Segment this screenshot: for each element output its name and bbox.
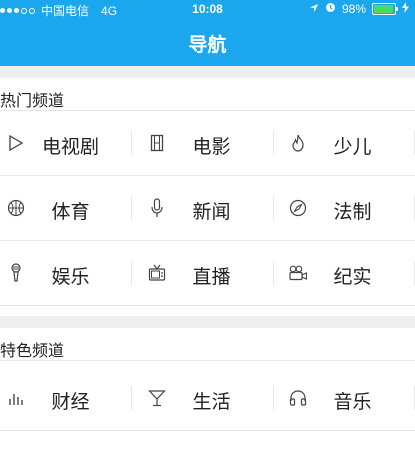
status-right: 98% [309,2,409,16]
channel-label: 纪实 [333,267,372,288]
status-bar: 中国电信 4G 10:08 98% [0,0,415,20]
channel-label: 少儿 [333,137,372,158]
channel-row: 财经 生活 音乐 [0,366,415,431]
channel-label: 生活 [192,392,231,413]
section-header-featured: 特色频道 [0,328,415,361]
channel-life[interactable]: 生活 [141,366,282,430]
channel-row: 娱乐 直播 纪实 [0,241,415,306]
channel-label: 娱乐 [51,267,90,288]
channel-documentary[interactable]: 纪实 [282,241,415,305]
channel-grid-hot: 电视剧 电影 少儿 体育 新闻 法制 娱乐 直播 纪实 [0,111,415,306]
channel-label: 法制 [333,202,372,223]
location-arrow-icon [309,2,319,16]
channel-entertainment[interactable]: 娱乐 [0,241,141,305]
channel-news[interactable]: 新闻 [141,176,282,240]
section-header-hot: 热门频道 [0,78,415,111]
section-divider [0,66,415,78]
battery-icon [372,3,398,15]
channel-tv-series[interactable]: 电视剧 [0,111,141,175]
channel-label: 财经 [51,392,90,413]
top-bar: 中国电信 4G 10:08 98% 导航 [0,0,415,66]
channel-row: 电视剧 电影 少儿 [0,111,415,176]
channel-finance[interactable]: 财经 [0,366,141,430]
section-title: 特色频道 [0,343,65,360]
channel-label: 电影 [192,137,231,158]
channel-label: 电视剧 [41,137,99,158]
section-divider [0,316,415,328]
channel-label: 直播 [192,267,231,288]
channel-live[interactable]: 直播 [141,241,282,305]
channel-law[interactable]: 法制 [282,176,415,240]
channel-label: 新闻 [192,202,231,223]
channel-kids[interactable]: 少儿 [282,111,415,175]
battery-percent: 98% [341,2,366,16]
channel-row: 体育 新闻 法制 [0,176,415,241]
page-title: 导航 [188,35,227,56]
channel-label: 音乐 [333,392,372,413]
section-title: 热门频道 [0,93,65,110]
charging-icon [402,2,409,16]
channel-music[interactable]: 音乐 [282,366,415,430]
channel-movie[interactable]: 电影 [141,111,282,175]
channel-sports[interactable]: 体育 [0,176,141,240]
channel-grid-featured: 财经 生活 音乐 [0,366,415,431]
alarm-clock-icon [325,2,336,16]
channel-label: 体育 [51,202,90,223]
